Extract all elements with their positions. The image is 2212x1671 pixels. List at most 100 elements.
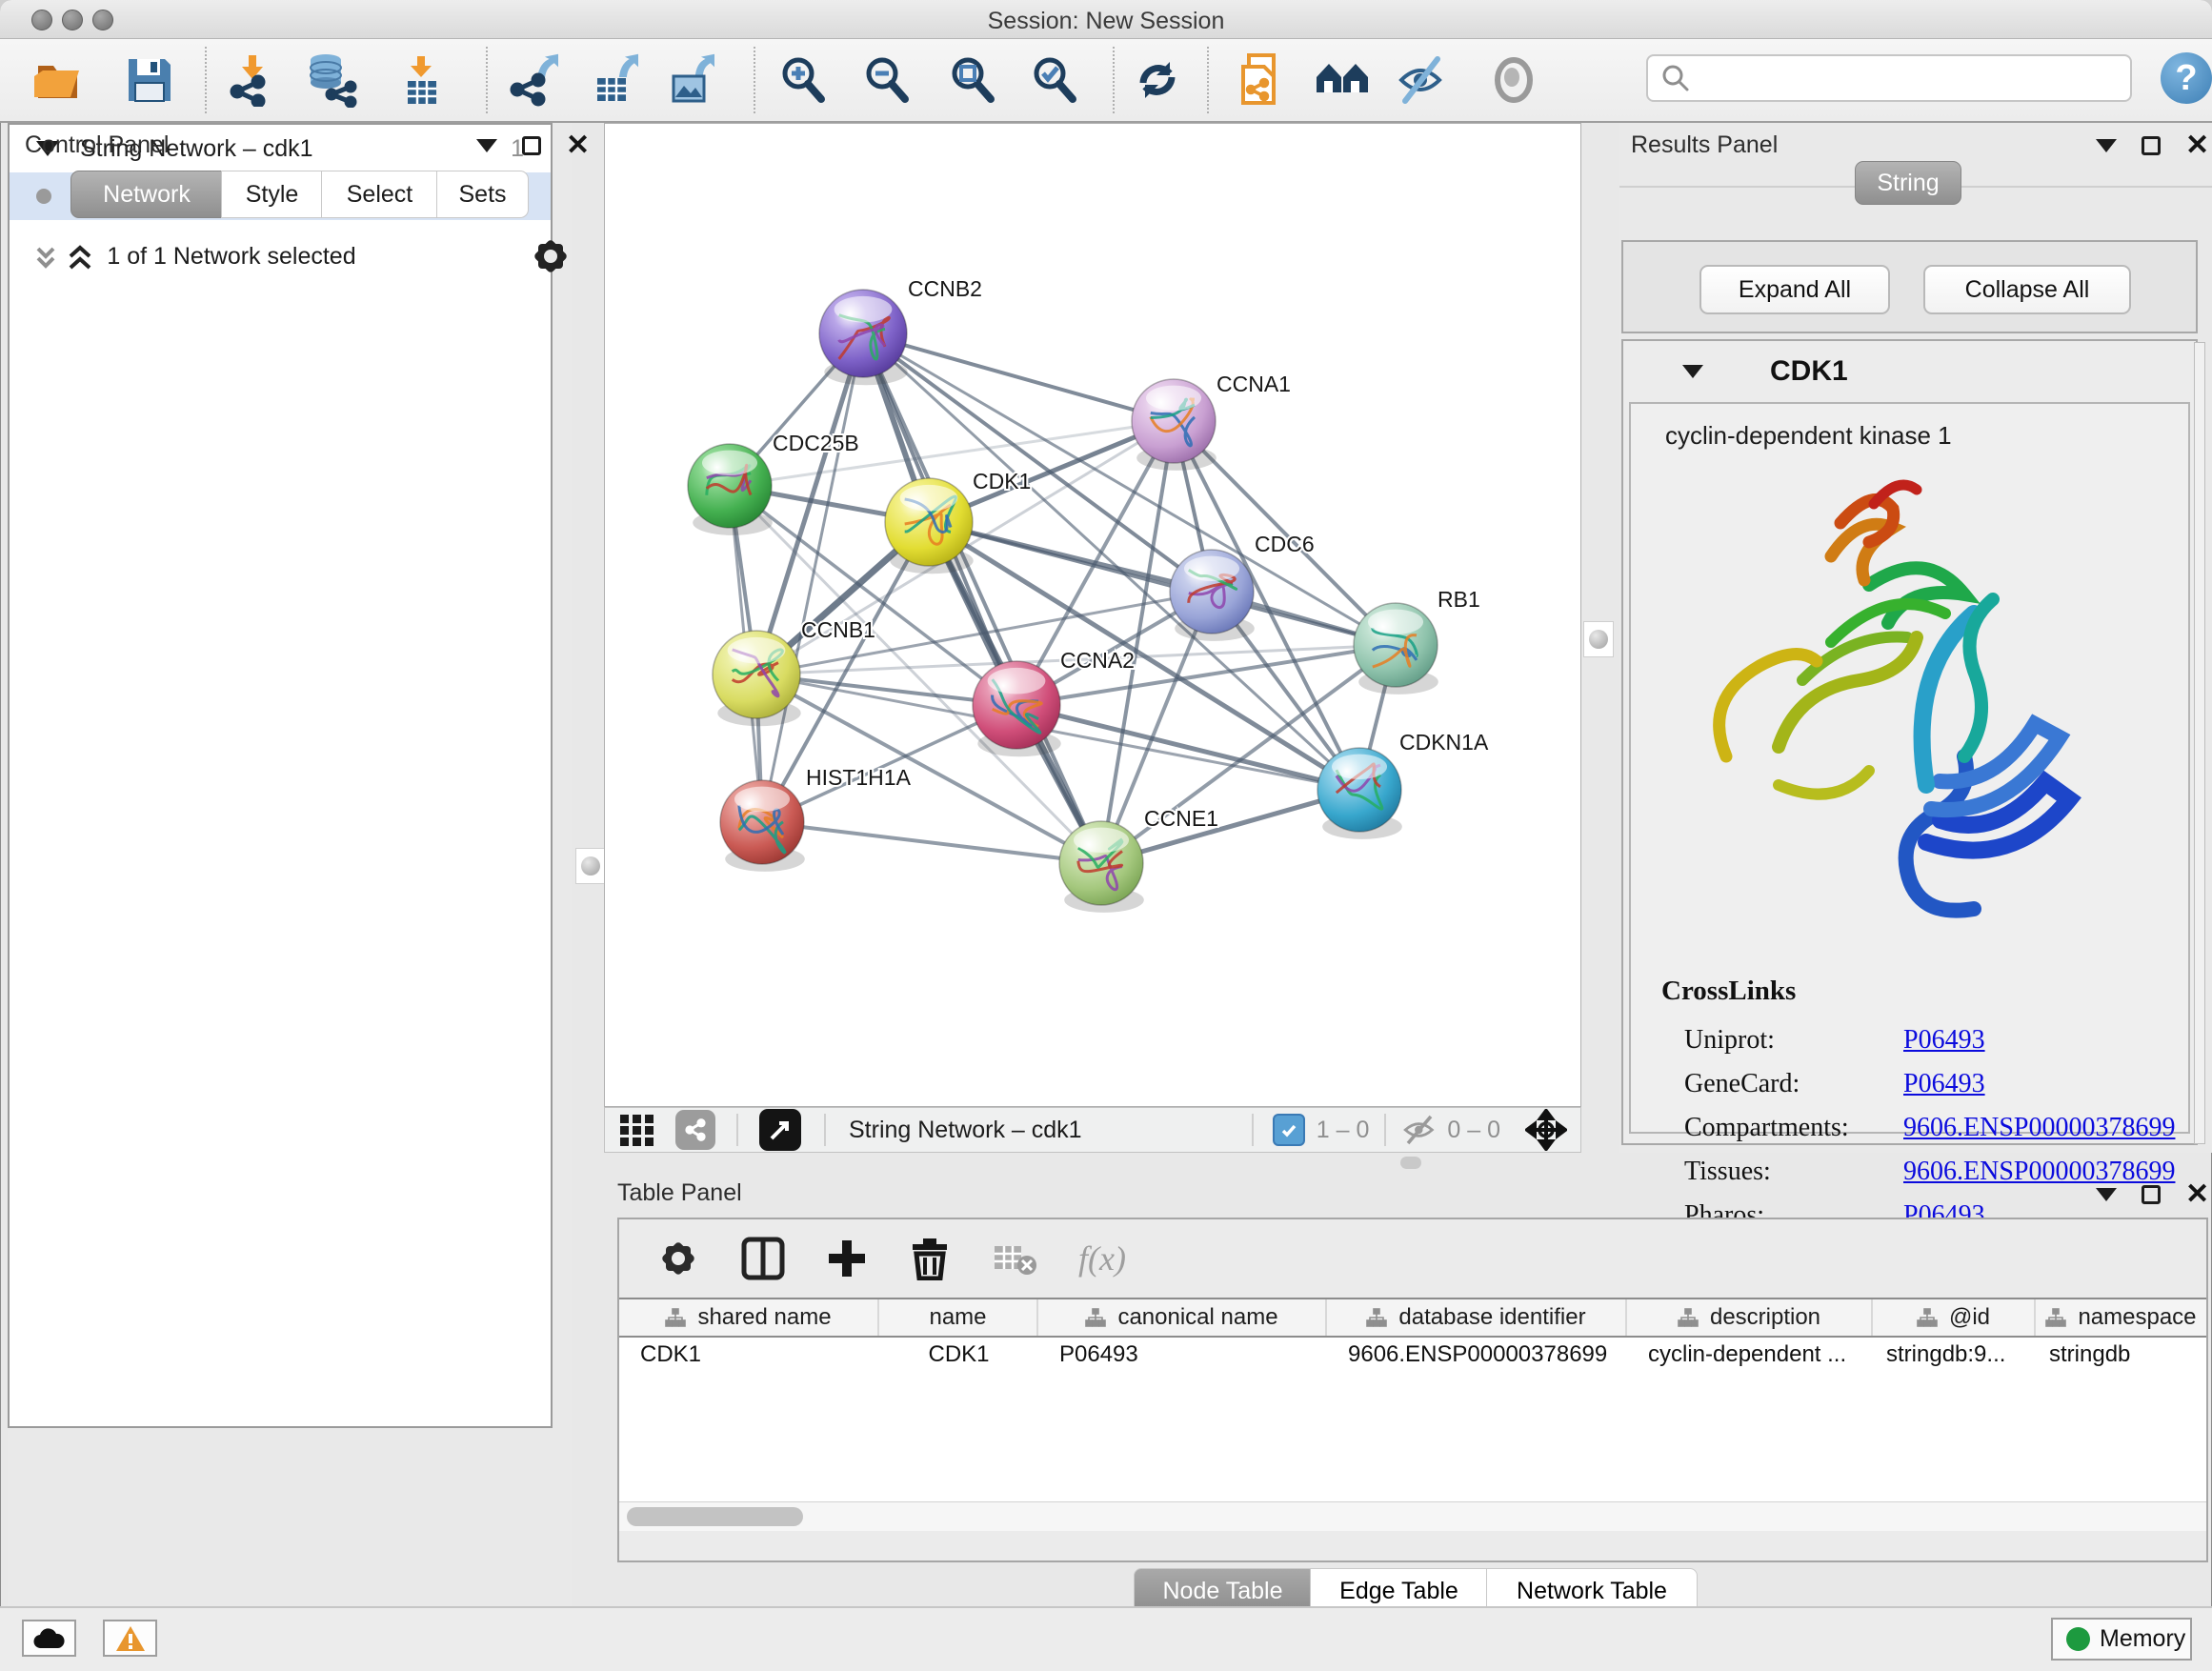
hscrollbar-thumb[interactable] xyxy=(627,1507,803,1526)
crosslink-row: Compartments:9606.ENSP00000378699 xyxy=(1684,1106,2180,1150)
cell-namespace[interactable]: stringdb xyxy=(2036,1338,2206,1372)
application-window: Session: New Session xyxy=(0,0,2212,1671)
entry-gene-name: CDK1 xyxy=(1770,355,1848,388)
fit-crosshair-icon[interactable] xyxy=(1525,1109,1567,1151)
grid-view-icon[interactable] xyxy=(620,1114,656,1146)
column-header-namespace[interactable]: namespace xyxy=(2036,1299,2206,1336)
export-image-button[interactable] xyxy=(665,52,720,108)
tab-select[interactable]: Select xyxy=(321,171,438,218)
cell-id[interactable]: stringdb:9... xyxy=(1873,1338,2036,1372)
crosslink-row: GeneCard:P06493 xyxy=(1684,1062,2180,1106)
network-canvas[interactable]: CCNB2CCNA1CDC25BCDK1CDC6RB1CCNB1CCNA2CDK… xyxy=(604,123,1581,1107)
cell-shared-name[interactable]: CDK1 xyxy=(619,1338,879,1372)
table-hscrollbar[interactable] xyxy=(619,1501,2206,1531)
tab-label: Network xyxy=(103,181,191,209)
export-table-button[interactable] xyxy=(589,52,644,108)
table-options-gear-icon[interactable] xyxy=(657,1238,699,1279)
tab-network[interactable]: Network xyxy=(70,171,223,218)
import-network-database-button[interactable] xyxy=(303,52,358,108)
results-scrollbar[interactable] xyxy=(2194,342,2205,1144)
show-columns-icon[interactable] xyxy=(741,1237,785,1280)
cell-database-identifier[interactable]: 9606.ENSP00000378699 xyxy=(1327,1338,1627,1372)
import-table-file-button[interactable] xyxy=(394,52,450,108)
eye-gray-icon xyxy=(1488,54,1539,106)
help-button[interactable]: ? xyxy=(2161,52,2212,104)
memory-button[interactable]: Memory xyxy=(2051,1618,2192,1661)
column-header-id[interactable]: @id xyxy=(1873,1299,2036,1336)
column-header-canonical-name[interactable]: canonical name xyxy=(1038,1299,1327,1336)
cell-name[interactable]: CDK1 xyxy=(879,1338,1038,1372)
network-options-gear-icon[interactable] xyxy=(532,237,570,275)
panel-collapse-icon[interactable] xyxy=(476,139,497,152)
export-network-button[interactable] xyxy=(509,52,564,108)
cloud-status-button[interactable] xyxy=(22,1620,76,1657)
cloud-icon xyxy=(33,1627,66,1650)
bar-separator xyxy=(736,1114,738,1146)
panel-close-icon[interactable]: ✕ xyxy=(2185,136,2209,155)
panel-float-icon[interactable] xyxy=(2142,136,2161,155)
first-neighbors-button[interactable] xyxy=(1315,52,1370,108)
column-label: name xyxy=(929,1304,986,1331)
selected-checkbox-icon[interactable] xyxy=(1273,1114,1305,1146)
tab-sets[interactable]: Sets xyxy=(436,171,529,218)
import-network-file-button[interactable] xyxy=(225,52,280,108)
collapse-all-button[interactable]: Collapse All xyxy=(1923,265,2131,314)
cell-description[interactable]: cyclin-dependent ... xyxy=(1627,1338,1873,1372)
save-icon xyxy=(125,55,174,105)
node-label: CDK1 xyxy=(973,469,1031,493)
save-session-button[interactable] xyxy=(122,52,177,108)
table-row[interactable]: CDK1 CDK1 P06493 9606.ENSP00000378699 cy… xyxy=(619,1338,2206,1372)
hide-selected-button[interactable] xyxy=(1395,52,1450,108)
panel-collapse-icon[interactable] xyxy=(2096,139,2117,152)
genecard-link[interactable]: P06493 xyxy=(1903,1069,1985,1098)
tab-label: Edge Table xyxy=(1339,1578,1458,1605)
node-gloss xyxy=(988,668,1046,695)
network-edge[interactable] xyxy=(762,822,1101,863)
panel-float-icon[interactable] xyxy=(2142,1185,2161,1204)
apply-layout-button[interactable] xyxy=(1130,52,1185,108)
bottom-splitter-handle[interactable] xyxy=(1400,1157,1421,1169)
column-header-name[interactable]: name xyxy=(879,1299,1038,1336)
node-gloss xyxy=(1368,610,1423,634)
warnings-button[interactable] xyxy=(103,1620,157,1657)
left-splitter-handle[interactable] xyxy=(575,848,606,884)
show-all-button[interactable] xyxy=(1486,52,1541,108)
new-network-from-selection-button[interactable] xyxy=(1235,52,1290,108)
create-column-plus-icon[interactable] xyxy=(827,1238,867,1278)
column-label: shared name xyxy=(697,1304,831,1331)
tab-style[interactable]: Style xyxy=(221,171,323,218)
uniprot-link[interactable]: P06493 xyxy=(1903,1025,1985,1055)
crosslink-label: Compartments: xyxy=(1684,1106,1903,1150)
entry-collapse-icon[interactable] xyxy=(1682,365,1703,378)
results-panel-title: Results Panel xyxy=(1631,131,1778,159)
cell-canonical-name[interactable]: P06493 xyxy=(1038,1338,1327,1372)
column-header-shared-name[interactable]: shared name xyxy=(619,1299,879,1336)
zoom-out-button[interactable] xyxy=(859,52,915,108)
column-header-database-identifier[interactable]: database identifier xyxy=(1327,1299,1627,1336)
compartments-link[interactable]: 9606.ENSP00000378699 xyxy=(1903,1113,2175,1142)
control-panel-window-buttons: ✕ xyxy=(476,136,590,155)
network-badge-icon[interactable] xyxy=(675,1110,715,1150)
panel-close-icon[interactable]: ✕ xyxy=(2185,1185,2209,1204)
delete-column-trash-icon[interactable] xyxy=(909,1237,951,1280)
column-label: @id xyxy=(1949,1304,1990,1331)
panel-float-icon[interactable] xyxy=(522,136,541,155)
zoom-in-button[interactable] xyxy=(775,52,831,108)
right-splitter-handle[interactable] xyxy=(1583,621,1614,657)
open-folder-icon xyxy=(32,54,84,106)
column-header-description[interactable]: description xyxy=(1627,1299,1873,1336)
search-input[interactable] xyxy=(1699,64,2130,92)
birdseye-view-icon[interactable] xyxy=(759,1109,801,1151)
zoom-selected-button[interactable] xyxy=(1027,52,1082,108)
zoom-in-icon xyxy=(777,54,829,106)
entry-header[interactable]: CDK1 xyxy=(1623,341,2196,402)
panel-collapse-icon[interactable] xyxy=(2096,1188,2117,1201)
tab-string[interactable]: String xyxy=(1855,161,1961,205)
network-selection-status: 1 of 1 Network selected xyxy=(8,243,455,271)
open-session-button[interactable] xyxy=(30,52,86,108)
panel-close-icon[interactable]: ✕ xyxy=(566,136,590,155)
entry-body: cyclin-dependent kinase 1 xyxy=(1629,402,2190,1134)
zoom-fit-button[interactable] xyxy=(945,52,1000,108)
expand-all-button[interactable]: Expand All xyxy=(1699,265,1890,314)
table-panel-title: Table Panel xyxy=(617,1179,742,1207)
